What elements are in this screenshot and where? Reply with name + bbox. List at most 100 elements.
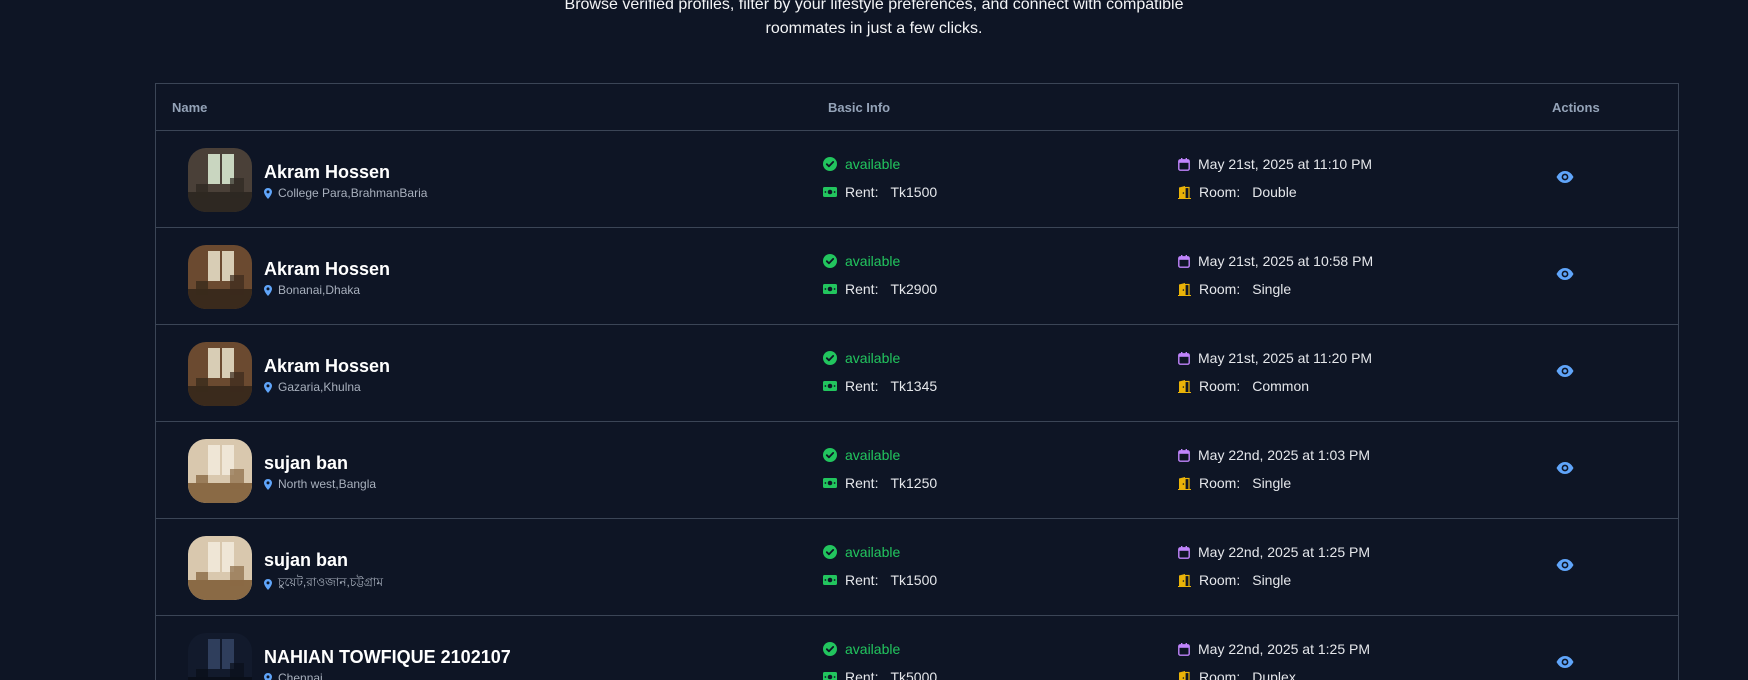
calendar-icon: [1178, 642, 1190, 656]
door-icon: [1179, 670, 1190, 680]
calendar-icon: [1178, 545, 1190, 559]
status: available: [823, 253, 900, 269]
date: May 22nd, 2025 at 1:25 PM: [1178, 641, 1370, 657]
avatar: [188, 633, 252, 680]
door-icon: [1178, 476, 1191, 490]
status-text: available: [845, 447, 901, 463]
eye-icon: [1556, 171, 1574, 183]
rent: Rent: Tk2900: [823, 281, 937, 297]
table-row: Akram Hossen Gazaria,Khulna available Re…: [156, 325, 1678, 422]
money-bill-icon: [823, 187, 837, 197]
eye-icon: [1556, 559, 1574, 571]
check-circle-icon: [823, 448, 837, 462]
rent: Rent: Tk1500: [823, 184, 937, 200]
avatar: [188, 245, 252, 309]
profile-name: Akram Hossen: [264, 356, 391, 376]
map-pin-icon: [264, 187, 272, 199]
status: available: [823, 156, 900, 172]
calendar-icon: [1178, 254, 1190, 268]
status: available: [823, 641, 900, 657]
door-icon: [1178, 573, 1191, 587]
rent-label: Rent:: [845, 281, 879, 297]
eye-icon: [1556, 365, 1574, 377]
location: Bonanai,Dhaka: [264, 283, 360, 297]
table-row: sujan ban North west,Bangla available Re…: [156, 422, 1678, 519]
view-button[interactable]: [1556, 267, 1574, 285]
rent-label: Rent:: [845, 378, 879, 394]
door-icon: [1178, 282, 1191, 296]
rent: Rent: Tk1500: [823, 572, 937, 588]
profile-name: sujan ban: [264, 550, 349, 570]
room-value: Double: [1252, 184, 1297, 200]
header-name: Name: [172, 100, 208, 115]
date-text: May 22nd, 2025 at 1:25 PM: [1198, 544, 1370, 560]
location-text: Chennai: [278, 671, 323, 680]
map-pin-icon: [264, 381, 272, 393]
rent: Rent: Tk1250: [823, 475, 937, 491]
rent-value: Tk1500: [890, 184, 938, 200]
location-text: Gazaria,Khulna: [278, 380, 361, 394]
location-text: চুয়েট,রাওজান,চট্টগ্রাম: [278, 575, 384, 589]
calendar-icon: [1178, 157, 1190, 171]
date-text: May 21st, 2025 at 11:20 PM: [1198, 350, 1373, 366]
rent: Rent: Tk5000: [823, 669, 937, 680]
table-row: Akram Hossen College Para,BrahmanBaria a…: [156, 131, 1678, 228]
rent-value: Tk5000: [890, 669, 938, 680]
money-bill-icon: [823, 478, 837, 488]
profile-name: NAHIAN TOWFIQUE 2102107: [264, 647, 511, 667]
avatar: [188, 536, 252, 600]
room: Room: Single: [1178, 572, 1291, 588]
status: available: [823, 447, 900, 463]
roommates-table: Name Basic Info Actions Akram Hossen Col…: [155, 83, 1679, 680]
money-bill-icon: [823, 284, 837, 294]
map-pin-icon: [264, 478, 272, 490]
room: Room: Double: [1178, 184, 1297, 200]
view-button[interactable]: [1556, 655, 1574, 673]
money-bill-icon: [823, 672, 837, 680]
room-label: Room:: [1199, 669, 1241, 680]
status: available: [823, 350, 900, 366]
date-text: May 21st, 2025 at 10:58 PM: [1198, 253, 1374, 269]
date: May 21st, 2025 at 11:20 PM: [1178, 350, 1372, 366]
status-text: available: [845, 253, 901, 269]
view-button[interactable]: [1556, 170, 1574, 188]
map-pin-icon: [264, 578, 272, 590]
room-value: Common: [1252, 378, 1310, 394]
location-text: Bonanai,Dhaka: [278, 283, 361, 297]
check-circle-icon: [823, 157, 837, 171]
room-label: Room:: [1199, 475, 1241, 491]
eye-icon: [1556, 656, 1574, 668]
table-row: Akram Hossen Bonanai,Dhaka available Ren…: [156, 228, 1678, 325]
location: Chennai: [264, 671, 323, 680]
room: Room: Single: [1178, 475, 1291, 491]
view-button[interactable]: [1556, 364, 1574, 382]
room: Room: Single: [1178, 281, 1291, 297]
profile-name: Akram Hossen: [264, 162, 391, 182]
money-bill-icon: [823, 575, 837, 585]
status-text: available: [845, 641, 901, 657]
status-text: available: [845, 156, 901, 172]
money-bill-icon: [823, 381, 837, 391]
rent-value: Tk1500: [890, 572, 938, 588]
room-value: Single: [1252, 475, 1292, 491]
location: চুয়েট,রাওজান,চট্টগ্রাম: [264, 574, 383, 594]
check-circle-icon: [823, 642, 837, 656]
rent: Rent: Tk1345: [823, 378, 937, 394]
date-text: May 22nd, 2025 at 1:25 PM: [1198, 641, 1370, 657]
view-button[interactable]: [1556, 558, 1574, 576]
table-row: sujan ban চুয়েট,রাওজান,চট্টগ্রাম availa…: [156, 519, 1678, 616]
intro-text: Browse verified profiles, filter by your…: [0, 0, 1748, 41]
header-actions: Actions: [1552, 100, 1600, 115]
rent-label: Rent:: [845, 669, 879, 680]
rent-value: Tk2900: [890, 281, 938, 297]
profile-name: Akram Hossen: [264, 259, 391, 279]
map-pin-icon: [264, 284, 272, 296]
location-text: North west,Bangla: [278, 477, 377, 491]
date-text: May 22nd, 2025 at 1:03 PM: [1198, 447, 1370, 463]
room-label: Room:: [1199, 378, 1241, 394]
check-circle-icon: [823, 254, 837, 268]
view-button[interactable]: [1556, 461, 1574, 479]
rent-value: Tk1250: [890, 475, 938, 491]
header-basic-info: Basic Info: [828, 100, 891, 115]
room: Room: Common: [1178, 378, 1309, 394]
